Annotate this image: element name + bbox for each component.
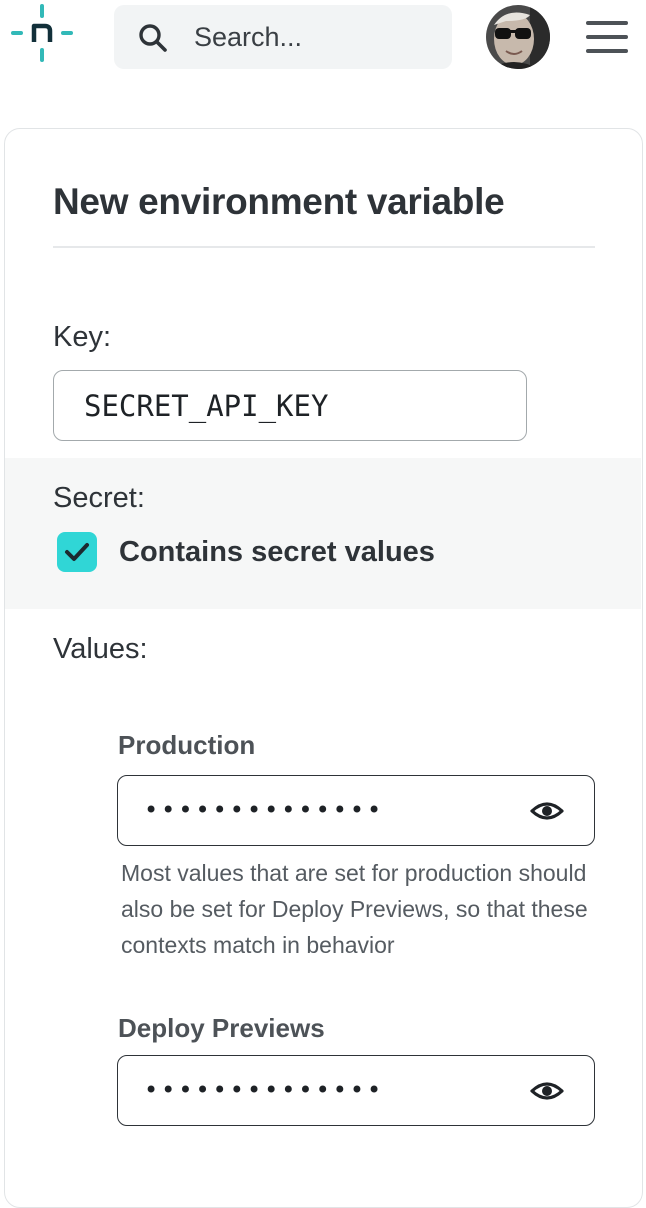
production-value-field[interactable]	[117, 775, 595, 846]
deploy-previews-label: Deploy Previews	[118, 1013, 325, 1043]
page-title: New environment variable	[53, 181, 505, 222]
search-input[interactable]	[194, 5, 434, 69]
title-divider	[53, 246, 595, 248]
key-label: Key:	[53, 321, 112, 353]
avatar[interactable]	[486, 5, 550, 69]
search-bar[interactable]	[114, 5, 452, 69]
secret-checkbox[interactable]	[57, 532, 97, 572]
netlify-logo-icon[interactable]	[10, 4, 74, 64]
deploy-previews-value-input[interactable]	[144, 1056, 524, 1124]
new-env-variable-card: New environment variable Key: Secret: Co…	[4, 128, 643, 1208]
top-navigation	[0, 0, 646, 80]
eye-icon[interactable]	[530, 796, 564, 826]
production-value-input[interactable]	[144, 776, 524, 844]
secret-section: Secret: Contains secret values	[5, 458, 641, 609]
production-label: Production	[118, 730, 256, 760]
secret-checkbox-row[interactable]: Contains secret values	[57, 532, 435, 572]
search-icon	[138, 23, 168, 53]
hamburger-menu-icon[interactable]	[585, 19, 629, 55]
production-help-text: Most values that are set for production …	[121, 860, 588, 958]
secret-checkbox-label[interactable]: Contains secret values	[119, 536, 435, 569]
checkmark-icon	[65, 543, 89, 561]
deploy-previews-value-field[interactable]	[117, 1055, 595, 1126]
key-input[interactable]	[53, 370, 527, 441]
values-label: Values:	[53, 633, 148, 665]
eye-icon[interactable]	[530, 1076, 564, 1106]
secret-label: Secret:	[53, 482, 145, 514]
